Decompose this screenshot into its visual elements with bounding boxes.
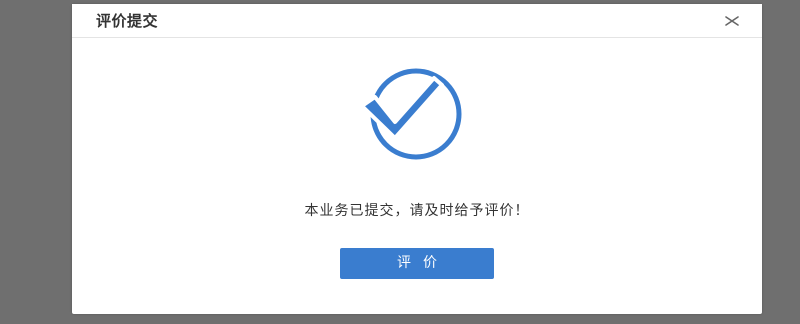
dialog-title: 评价提交 bbox=[96, 12, 159, 30]
evaluate-button[interactable]: 评价 bbox=[340, 248, 494, 279]
evaluation-submit-dialog: 评价提交 本业务已提交，请及时给予评价！ 评价 bbox=[72, 4, 762, 314]
dialog-header: 评价提交 bbox=[72, 4, 762, 38]
close-icon[interactable] bbox=[724, 13, 740, 29]
overlay-backdrop: 评价提交 本业务已提交，请及时给予评价！ 评价 bbox=[0, 0, 800, 324]
success-message: 本业务已提交，请及时给予评价！ bbox=[304, 203, 530, 219]
check-circle-icon bbox=[360, 68, 462, 160]
close-icon-graphic bbox=[725, 16, 739, 26]
